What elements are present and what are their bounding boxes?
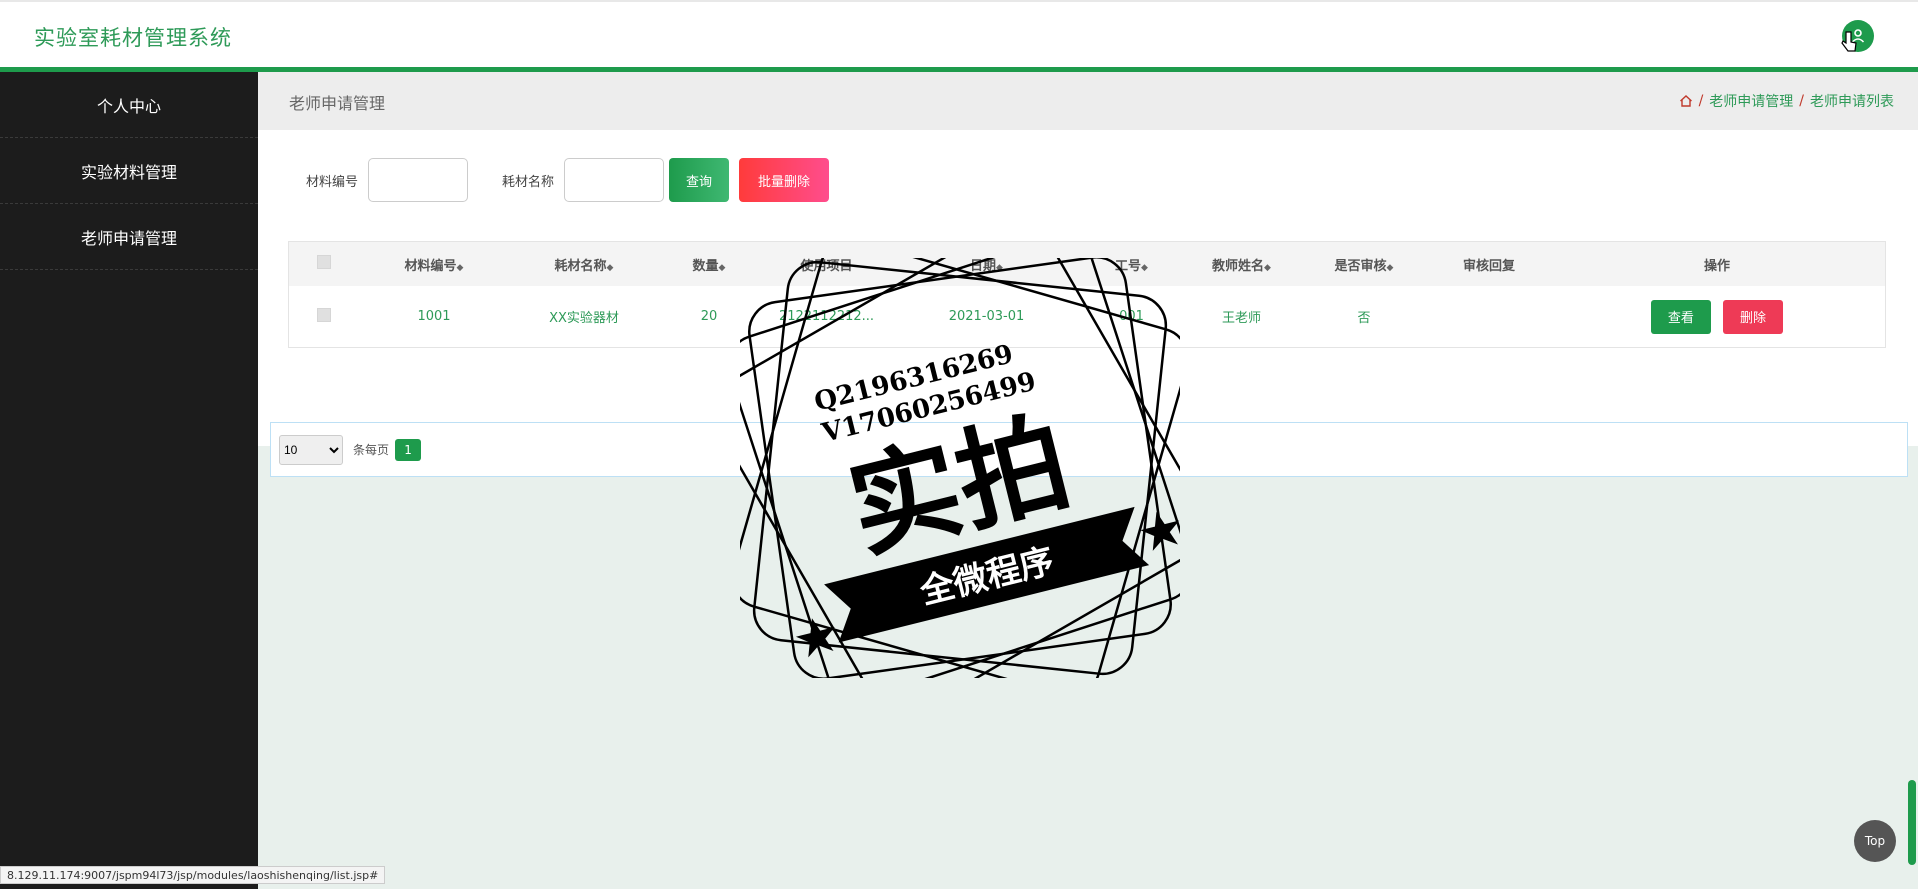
scrollbar-thumb[interactable] bbox=[1908, 780, 1916, 865]
sort-icon: ◆ bbox=[1386, 262, 1394, 273]
cell-actions: 查看 删除 bbox=[1549, 299, 1885, 334]
cell-consumable-name: XX实验器材 bbox=[549, 311, 619, 326]
batch-delete-button[interactable]: 批量删除 bbox=[739, 158, 830, 202]
page-title: 老师申请管理 bbox=[289, 94, 386, 113]
sidebar-item-material-management[interactable]: 实验材料管理 bbox=[0, 138, 258, 204]
hand-cursor-icon bbox=[1841, 31, 1857, 52]
page-size-select[interactable]: 10 bbox=[279, 434, 343, 465]
breadcrumb-item-teacher-application[interactable]: 老师申请管理 bbox=[1709, 91, 1793, 111]
breadcrumb: / 老师申请管理 / 老师申请列表 bbox=[1679, 91, 1894, 111]
row-checkbox[interactable] bbox=[317, 307, 331, 322]
material-no-label: 材料编号 bbox=[306, 174, 359, 190]
consumable-name-input[interactable] bbox=[564, 158, 665, 202]
page-title-bar: 老师申请管理 / 老师申请管理 / 老师申请列表 bbox=[258, 72, 1918, 130]
per-page-label: 条每页 bbox=[353, 443, 390, 457]
column-header-audited[interactable]: 是否审核◆ bbox=[1299, 255, 1429, 274]
material-no-input[interactable] bbox=[368, 158, 469, 202]
cell-teacher-name: 王老师 bbox=[1221, 311, 1261, 326]
page-button-1[interactable]: 1 bbox=[395, 438, 422, 461]
breadcrumb-separator: / bbox=[1799, 93, 1804, 109]
sort-icon: ◆ bbox=[456, 262, 464, 273]
sidebar-item-personal-center[interactable]: 个人中心 bbox=[0, 72, 258, 138]
breadcrumb-separator: / bbox=[1698, 93, 1704, 109]
column-header-consumable-name[interactable]: 耗材名称◆ bbox=[509, 255, 659, 274]
app-header: 实验室耗材管理系统 bbox=[0, 0, 1918, 72]
sidebar: 个人中心 实验材料管理 老师申请管理 bbox=[0, 72, 258, 889]
view-button[interactable]: 查看 bbox=[1650, 299, 1711, 334]
cell-audited: 否 bbox=[1357, 311, 1371, 326]
delete-button[interactable]: 删除 bbox=[1723, 299, 1784, 334]
query-button[interactable]: 查询 bbox=[669, 158, 730, 202]
sidebar-item-label: 实验材料管理 bbox=[80, 162, 177, 182]
home-icon[interactable] bbox=[1679, 94, 1693, 108]
column-header-actions: 操作 bbox=[1703, 258, 1730, 274]
app-title: 实验室耗材管理系统 bbox=[34, 26, 232, 50]
column-header-material-no[interactable]: 材料编号◆ bbox=[359, 255, 509, 274]
breadcrumb-item-application-list[interactable]: 老师申请列表 bbox=[1810, 91, 1894, 111]
back-to-top-button[interactable]: Top bbox=[1854, 820, 1896, 862]
column-header-reply: 审核回复 bbox=[1462, 258, 1515, 274]
search-form: 材料编号 耗材名称 查询 批量删除 bbox=[306, 158, 830, 202]
column-header-teacher-name[interactable]: 教师姓名◆ bbox=[1184, 255, 1299, 274]
sidebar-item-label: 个人中心 bbox=[96, 96, 161, 116]
sidebar-item-label: 老师申请管理 bbox=[80, 228, 177, 248]
watermark-stamp: Q2196316269 V17060256499 实拍 全微程序 bbox=[740, 258, 1180, 678]
select-all-checkbox[interactable] bbox=[317, 255, 331, 269]
sort-icon: ◆ bbox=[606, 262, 614, 273]
cell-material-no: 1001 bbox=[417, 309, 451, 324]
sort-icon: ◆ bbox=[718, 262, 726, 273]
sidebar-item-teacher-application[interactable]: 老师申请管理 bbox=[0, 204, 258, 270]
browser-status-url: 8.129.11.174:9007/jspm94l73/jsp/modules/… bbox=[0, 866, 386, 884]
sort-icon: ◆ bbox=[1264, 262, 1271, 273]
consumable-name-label: 耗材名称 bbox=[502, 174, 555, 190]
